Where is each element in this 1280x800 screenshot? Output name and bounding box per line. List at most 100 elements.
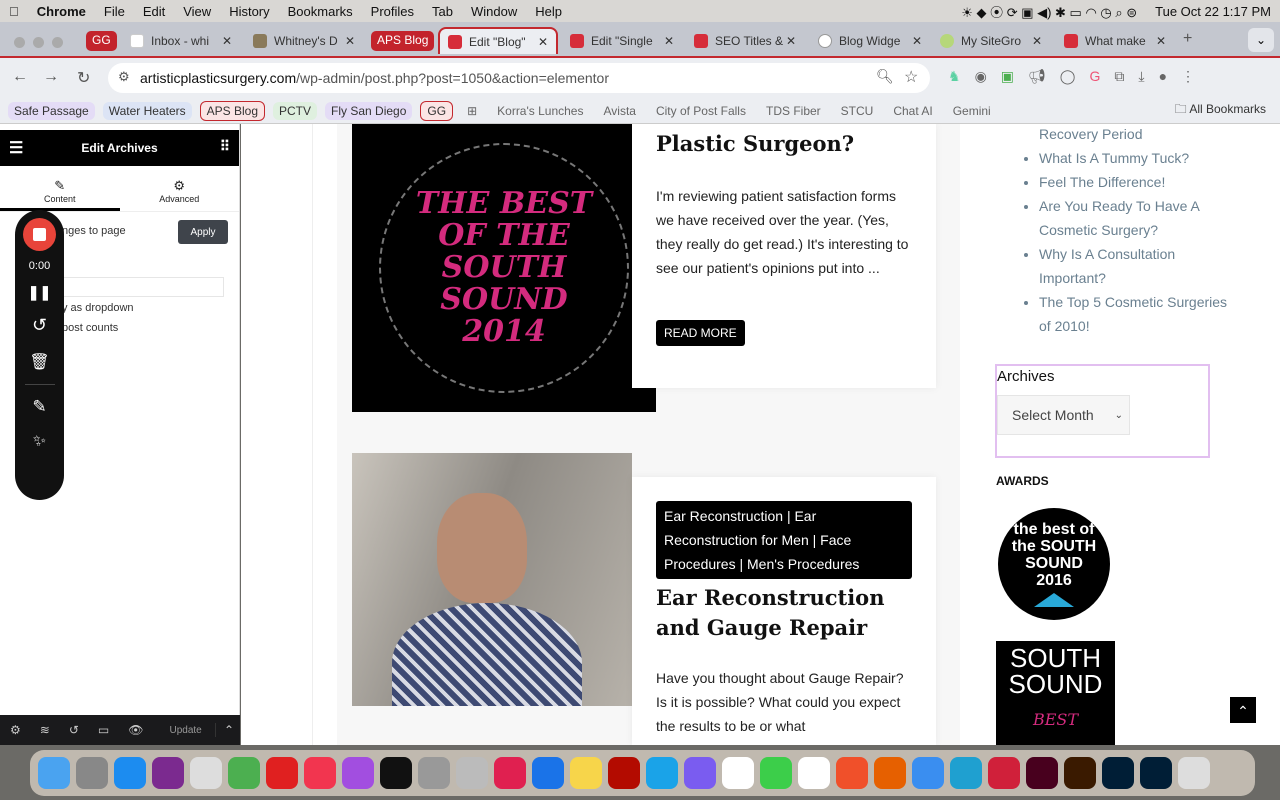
recent-post-link[interactable]: Why Is A Consultation Important?: [1039, 242, 1239, 290]
show-post-counts-label[interactable]: post counts: [62, 322, 118, 334]
widgets-grid-icon[interactable]: ⠿: [220, 138, 230, 155]
restart-icon[interactable]: ↺: [32, 315, 47, 336]
apply-button[interactable]: Apply: [178, 220, 228, 244]
dock-acrobat-icon[interactable]: [608, 757, 640, 789]
tab-blog-widget[interactable]: Blog Widge ✕: [810, 27, 930, 54]
apps-grid-icon[interactable]: ⊞: [461, 102, 483, 120]
tab-edit-blog[interactable]: Edit "Blog" ✕: [438, 27, 558, 54]
dock-calculator-icon[interactable]: [418, 757, 450, 789]
dock-clickup-icon[interactable]: [646, 757, 678, 789]
menu-app[interactable]: Chrome: [37, 4, 86, 19]
recent-post-link[interactable]: Feel The Difference!: [1039, 170, 1239, 194]
menu-window[interactable]: Window: [471, 4, 517, 19]
dock-app-store-icon[interactable]: [114, 757, 146, 789]
post-image-best-of-south-sound-2014[interactable]: THE BEST OF THE SOUTH SOUND 2014: [352, 124, 656, 412]
zoom-icon[interactable]: 🔍︎: [876, 68, 894, 85]
extensions[interactable]: ♞ ◉ ▣ 📢︎ ◯ G ⧉ ⤓ ● ⋮: [948, 68, 1195, 85]
bookmark-stcu[interactable]: STCU: [835, 102, 880, 120]
post-title[interactable]: Ear Reconstruction and Gauge Repair: [656, 583, 926, 643]
post-title[interactable]: Plastic Surgeon?: [656, 129, 854, 159]
archives-widget[interactable]: Archives Select Month ⌄: [995, 364, 1210, 458]
menu-file[interactable]: File: [104, 4, 125, 19]
bookmark-fly-san-diego[interactable]: Fly San Diego: [325, 101, 413, 120]
dock-firefox-icon[interactable]: [874, 757, 906, 789]
title-input[interactable]: [62, 277, 224, 297]
bookmark-aps-blog[interactable]: APS Blog: [199, 100, 266, 121]
read-more-button[interactable]: READ MORE: [656, 320, 745, 346]
dock-chrome-icon[interactable]: [798, 757, 830, 789]
award-badge-2016[interactable]: the best of the SOUTH SOUND 2016: [998, 508, 1110, 620]
clock[interactable]: Tue Oct 22 1:17 PM: [1155, 4, 1271, 19]
reload-icon[interactable]: ↻: [77, 68, 90, 88]
display-as-dropdown-label[interactable]: y as dropdown: [62, 302, 134, 314]
hamburger-menu-icon[interactable]: ☰: [9, 138, 23, 158]
scroll-to-top-button[interactable]: ⌃: [1230, 697, 1256, 723]
pause-icon[interactable]: ❚❚: [28, 284, 51, 301]
dock-slack-icon[interactable]: [722, 757, 754, 789]
dock-dictionary-icon[interactable]: [456, 757, 488, 789]
dock-power-icon[interactable]: [152, 757, 184, 789]
chevron-up-icon[interactable]: ⌃: [214, 723, 234, 737]
window-controls[interactable]: [14, 35, 63, 53]
status-icons[interactable]: ☀ ◆ ⦿ ⟳ ▣ ◀) ✱ ▭ ◠ ◷ ⌕ ⊜: [961, 2, 1137, 21]
bookmark-star-icon[interactable]: ☆: [904, 67, 918, 87]
menu-view[interactable]: View: [183, 4, 211, 19]
dock-trash-icon[interactable]: [1178, 757, 1210, 789]
dock-brave-icon[interactable]: [836, 757, 868, 789]
tab-content[interactable]: ✎ Content: [0, 166, 120, 211]
dock-notes-icon[interactable]: [570, 757, 602, 789]
menu-edit[interactable]: Edit: [143, 4, 165, 19]
bookmark-avista[interactable]: Avista: [597, 102, 641, 120]
tab-what-make[interactable]: What make ✕: [1056, 27, 1174, 54]
bookmark-water-heaters[interactable]: Water Heaters: [102, 101, 192, 120]
dock-system-settings-icon[interactable]: [76, 757, 108, 789]
tab-inbox[interactable]: Inbox - whi ✕: [122, 27, 240, 54]
dock-finder-icon[interactable]: [38, 757, 70, 789]
update-button[interactable]: Update: [169, 725, 201, 736]
site-settings-icon[interactable]: ⚙: [118, 69, 130, 85]
bookmark-gg[interactable]: GG: [420, 100, 454, 121]
all-bookmarks[interactable]: 🗀︎ All Bookmarks: [1169, 98, 1272, 123]
tab-advanced[interactable]: ⚙ Advanced: [120, 166, 240, 211]
dock-lightroom-classic-icon[interactable]: [1140, 757, 1172, 789]
bookmark-korras-lunches[interactable]: Korra's Lunches: [491, 102, 589, 120]
dock-edge-icon[interactable]: [950, 757, 982, 789]
post-image-man-portrait[interactable]: [352, 453, 632, 706]
history-icon[interactable]: ↺: [69, 723, 79, 737]
dock-indesign-icon[interactable]: [1026, 757, 1058, 789]
bookmark-pctv[interactable]: PCTV: [273, 101, 318, 120]
menu-bookmarks[interactable]: Bookmarks: [288, 4, 353, 19]
dock-safari-icon[interactable]: [912, 757, 944, 789]
tab-whitney[interactable]: Whitney's D ✕: [245, 27, 363, 54]
apple-icon[interactable]: : [9, 4, 19, 19]
tab-group-aps-blog[interactable]: APS Blog: [371, 31, 435, 51]
back-icon[interactable]: ←: [12, 68, 28, 86]
tab-search-chevron-icon[interactable]: ⌄: [1248, 28, 1274, 52]
stop-recording-button[interactable]: [23, 218, 56, 251]
recent-post-link[interactable]: Are You Ready To Have A Cosmetic Surgery…: [1039, 194, 1239, 242]
dock-dropbox-icon[interactable]: [532, 757, 564, 789]
magic-wand-icon[interactable]: ✨︎: [33, 433, 46, 451]
bookmark-city-of-post-falls[interactable]: City of Post Falls: [650, 102, 752, 120]
responsive-icon[interactable]: ▭: [98, 723, 109, 737]
recent-post-link[interactable]: What Is A Tummy Tuck?: [1039, 146, 1239, 170]
tab-seo-titles[interactable]: SEO Titles & ✕: [686, 27, 804, 54]
recent-post-link[interactable]: The Top 5 Cosmetic Surgeries of 2010!: [1039, 290, 1239, 338]
tab-edit-single[interactable]: Edit "Single ✕: [562, 27, 682, 54]
recent-post-link[interactable]: Recovery Period: [1039, 124, 1239, 146]
forward-icon[interactable]: →: [43, 68, 59, 86]
bookmark-chat-ai[interactable]: Chat AI: [887, 102, 938, 120]
menu-profiles[interactable]: Profiles: [371, 4, 414, 19]
menu-help[interactable]: Help: [535, 4, 562, 19]
navigator-layers-icon[interactable]: ≋: [40, 723, 50, 737]
tab-my-sitegro[interactable]: My SiteGro ✕: [932, 27, 1050, 54]
settings-icon[interactable]: ⚙: [10, 723, 21, 737]
pen-icon[interactable]: ✎: [32, 397, 46, 417]
new-tab-button[interactable]: +: [1183, 30, 1192, 48]
dock-podcasts-icon[interactable]: [342, 757, 374, 789]
dock-opera-icon[interactable]: [988, 757, 1020, 789]
dock-illustrator-icon[interactable]: [1064, 757, 1096, 789]
address-bar[interactable]: ⚙ artisticplasticsurgery.com/wp-admin/po…: [108, 63, 930, 93]
archives-select[interactable]: Select Month ⌄: [997, 395, 1130, 435]
menu-tab[interactable]: Tab: [432, 4, 453, 19]
